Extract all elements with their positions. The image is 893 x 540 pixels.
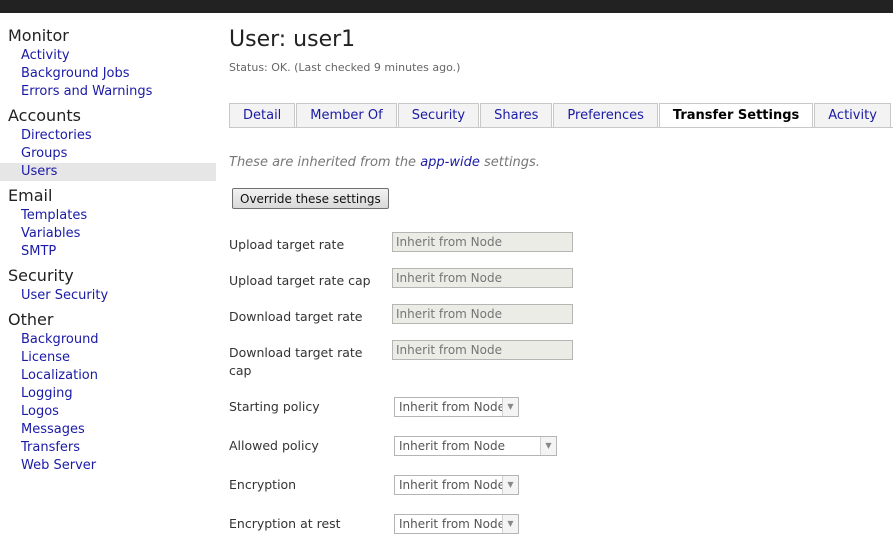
sidebar-item-background-jobs[interactable]: Background Jobs	[0, 65, 216, 83]
tab-preferences[interactable]: Preferences	[553, 103, 658, 128]
sidebar-item-smtp[interactable]: SMTP	[0, 243, 216, 261]
encryption-select[interactable]: Inherit from Node ▼	[394, 475, 519, 495]
sidebar-item-errors-and-warnings[interactable]: Errors and Warnings	[0, 83, 216, 101]
tab-shares[interactable]: Shares	[480, 103, 553, 128]
sidebar-item-messages[interactable]: Messages	[0, 421, 216, 439]
tab-security[interactable]: Security	[397, 103, 480, 128]
sidebar-item-transfers[interactable]: Transfers	[0, 439, 216, 457]
tab-divider	[229, 127, 893, 128]
allowed-policy-value: Inherit from Node	[399, 439, 505, 453]
sidebar-item-variables[interactable]: Variables	[0, 225, 216, 243]
page-title: User: user1	[229, 27, 356, 52]
inherit-note: These are inherited from the app-wide se…	[229, 155, 540, 170]
sidebar-item-logging[interactable]: Logging	[0, 385, 216, 403]
download-rate-input[interactable]	[392, 304, 573, 324]
status-text: Status: OK. (Last checked 9 minutes ago.…	[229, 61, 461, 74]
chevron-down-icon: ▼	[502, 398, 518, 416]
chevron-down-icon: ▼	[502, 476, 518, 494]
sidebar-item-localization[interactable]: Localization	[0, 367, 216, 385]
sidebar-section-monitor: Monitor	[8, 26, 69, 45]
sidebar-item-license[interactable]: License	[0, 349, 216, 367]
upload-rate-cap-input[interactable]	[392, 268, 573, 288]
sidebar-section-accounts: Accounts	[8, 106, 81, 125]
encryption-at-rest-select[interactable]: Inherit from Node ▼	[394, 514, 519, 534]
sidebar-item-background[interactable]: Background	[0, 331, 216, 349]
upload-rate-cap-label: Upload target rate cap	[229, 273, 371, 288]
encryption-at-rest-value: Inherit from Node	[399, 517, 505, 531]
sidebar-item-logos[interactable]: Logos	[0, 403, 216, 421]
tab-bar: Detail Member Of Security Shares Prefere…	[229, 103, 892, 128]
starting-policy-select[interactable]: Inherit from Node ▼	[394, 397, 519, 417]
sidebar-item-activity[interactable]: Activity	[0, 47, 216, 65]
tab-detail[interactable]: Detail	[229, 103, 296, 128]
allowed-policy-label: Allowed policy	[229, 438, 319, 453]
encryption-label: Encryption	[229, 477, 297, 492]
sidebar-item-templates[interactable]: Templates	[0, 207, 216, 225]
sidebar-item-user-security[interactable]: User Security	[0, 287, 216, 305]
starting-policy-label: Starting policy	[229, 399, 320, 414]
download-rate-cap-input[interactable]	[392, 340, 573, 360]
upload-rate-label: Upload target rate	[229, 237, 345, 252]
sidebar-item-users[interactable]: Users	[0, 163, 216, 181]
sidebar-item-web-server[interactable]: Web Server	[0, 457, 216, 475]
top-bar	[0, 0, 893, 13]
inherit-note-suffix: settings.	[479, 155, 540, 170]
inherit-note-prefix: These are inherited from the	[229, 155, 421, 170]
sidebar-item-groups[interactable]: Groups	[0, 145, 216, 163]
chevron-down-icon: ▼	[502, 515, 518, 533]
upload-rate-input[interactable]	[392, 232, 573, 252]
tab-activity[interactable]: Activity	[814, 103, 891, 128]
encryption-value: Inherit from Node	[399, 478, 505, 492]
sidebar-section-email: Email	[8, 186, 53, 205]
chevron-down-icon: ▼	[540, 437, 556, 455]
override-settings-button[interactable]: Override these settings	[232, 188, 389, 209]
download-rate-label: Download target rate	[229, 309, 363, 324]
starting-policy-value: Inherit from Node	[399, 400, 505, 414]
allowed-policy-select[interactable]: Inherit from Node ▼	[394, 436, 557, 456]
sidebar-section-other: Other	[8, 310, 54, 329]
sidebar-section-security: Security	[8, 266, 74, 285]
download-rate-cap-label: Download target rate cap	[229, 345, 363, 378]
encryption-at-rest-label: Encryption at rest	[229, 516, 341, 531]
app-wide-link[interactable]: app-wide	[420, 155, 480, 170]
sidebar-item-directories[interactable]: Directories	[0, 127, 216, 145]
sidebar-nav: Monitor Activity Background Jobs Errors …	[0, 13, 216, 475]
tab-member-of[interactable]: Member Of	[296, 103, 397, 128]
tab-transfer-settings[interactable]: Transfer Settings	[658, 103, 814, 128]
